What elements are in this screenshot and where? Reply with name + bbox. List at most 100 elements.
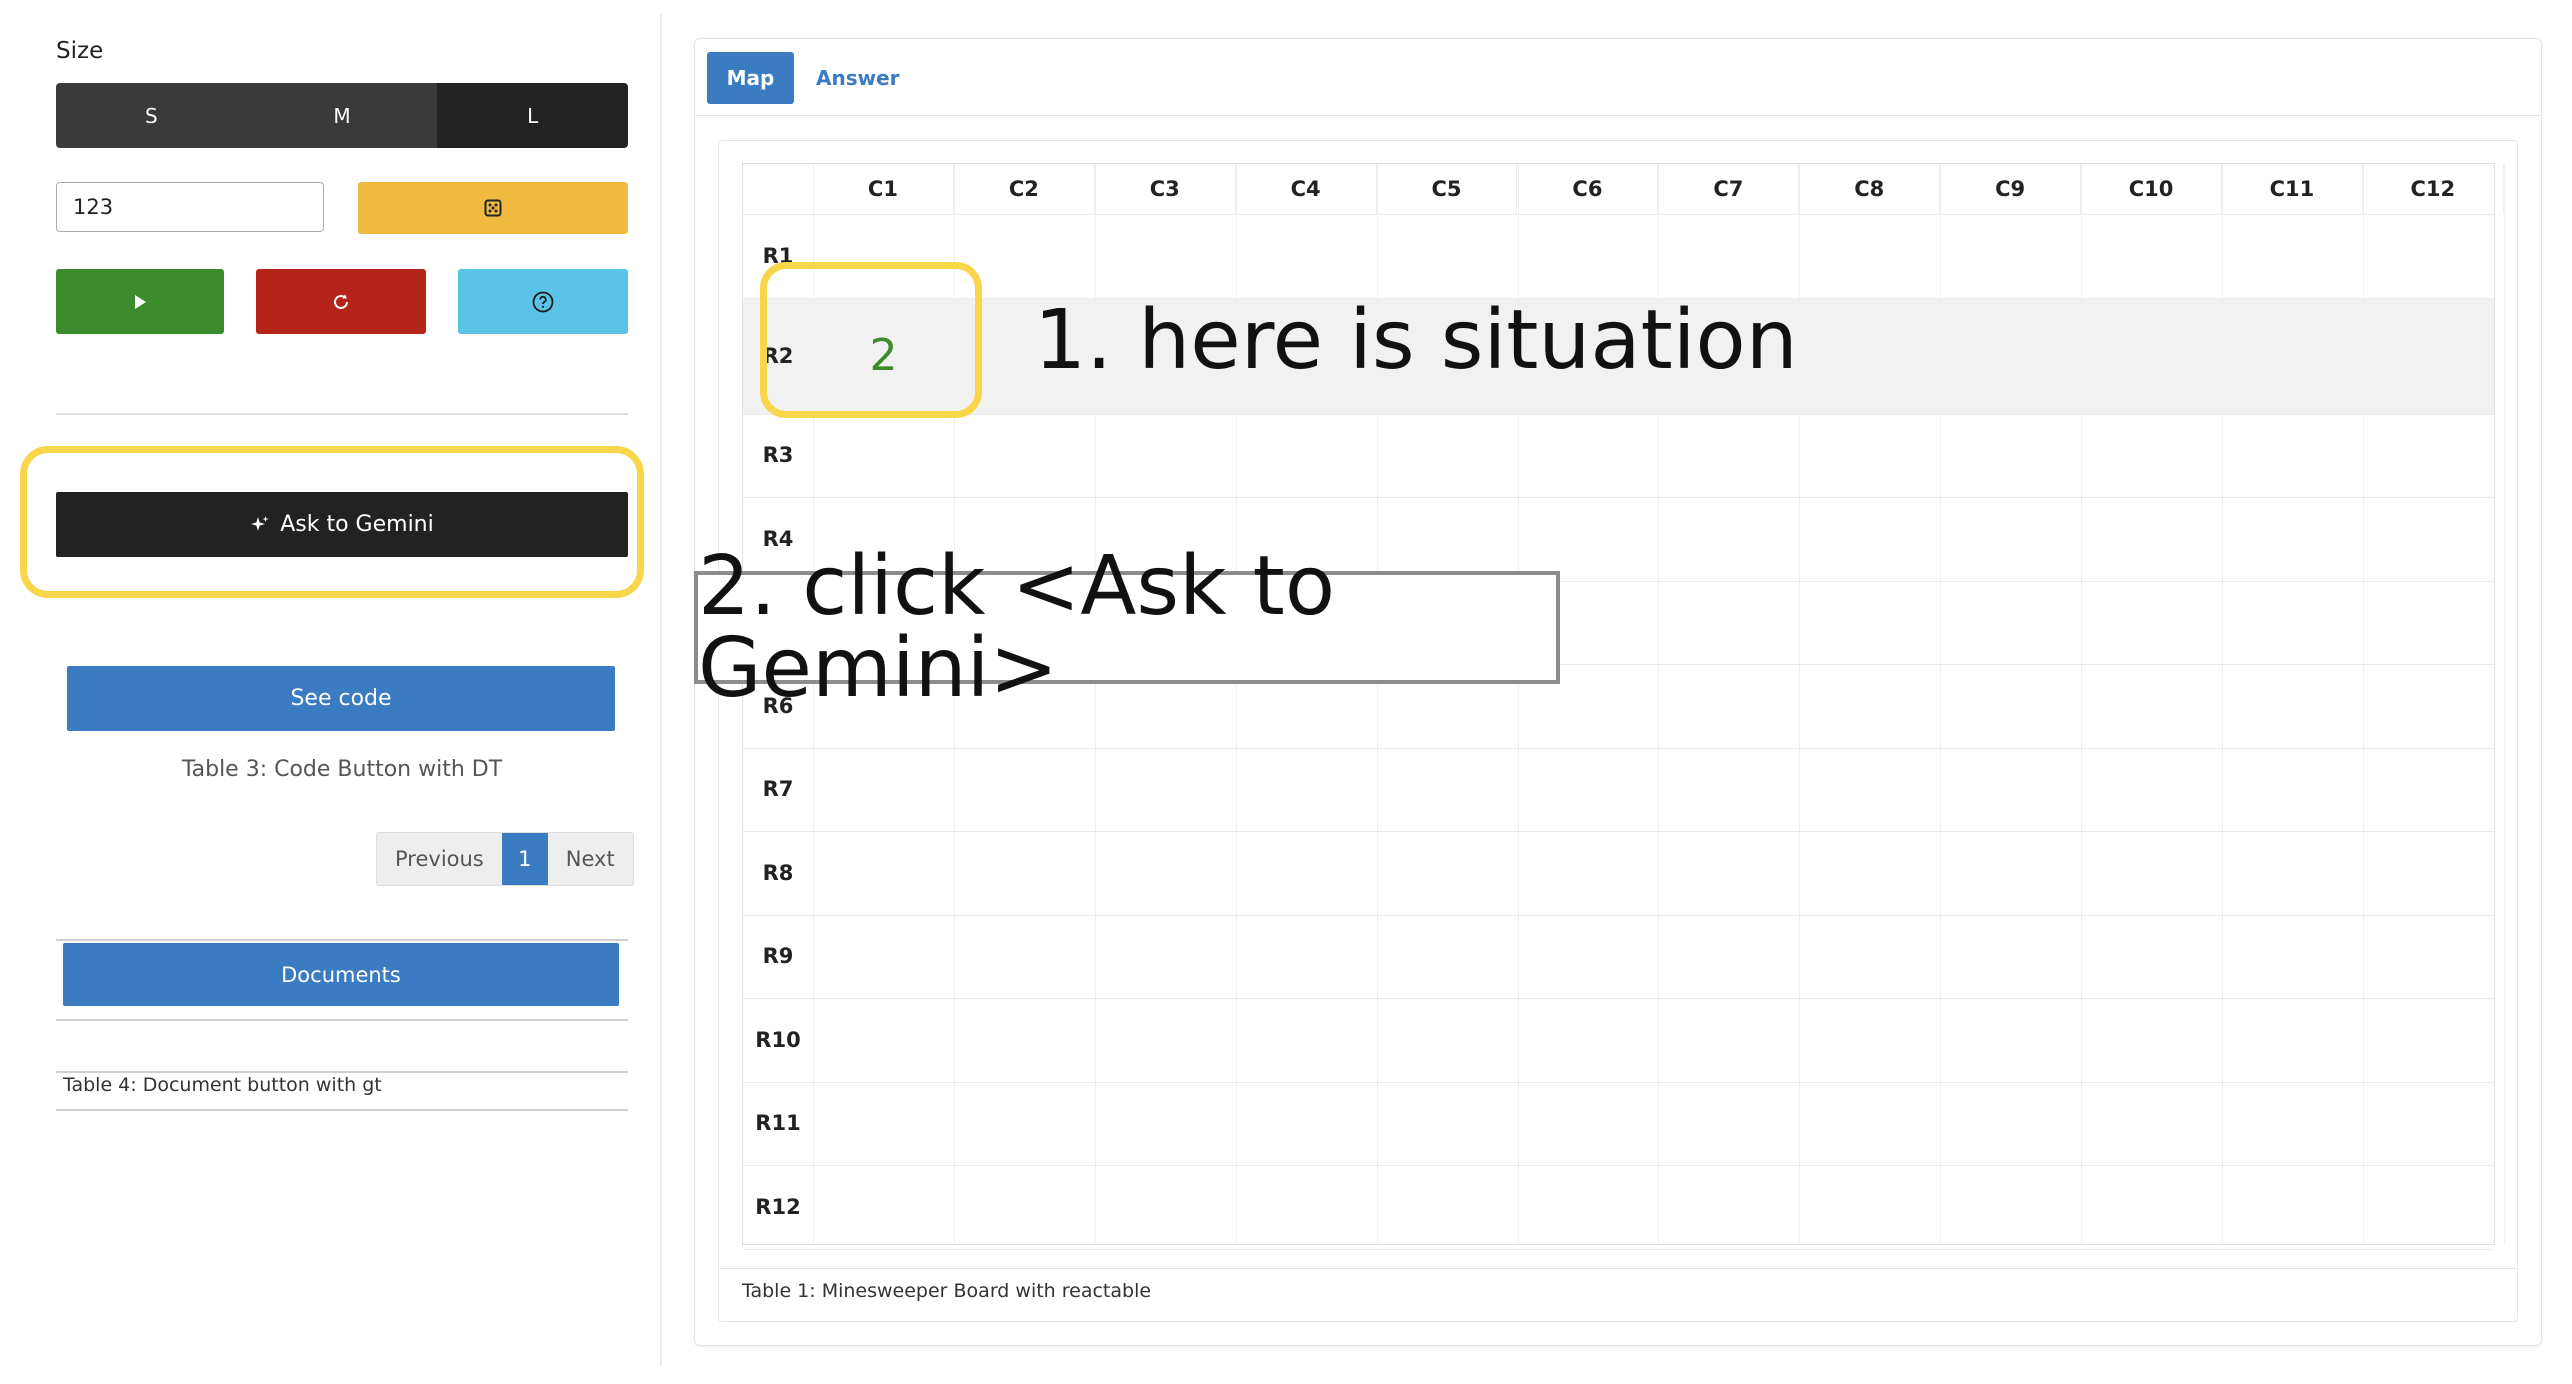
board-cell-r7-c4[interactable] xyxy=(1236,748,1377,832)
help-button[interactable] xyxy=(458,269,628,334)
board-cell-r11-c12[interactable] xyxy=(2363,1082,2504,1166)
board-cell-r3-c9[interactable] xyxy=(1940,414,2081,498)
board-cell-r2-c12[interactable] xyxy=(2363,298,2504,414)
board-cell-r11-c2[interactable] xyxy=(954,1082,1095,1166)
board-cell-r9-c11[interactable] xyxy=(2222,915,2363,999)
board-cell-r8-c3[interactable] xyxy=(1095,831,1236,915)
board-cell-r1-c11[interactable] xyxy=(2222,214,2363,298)
board-cell-r3-c6[interactable] xyxy=(1518,414,1659,498)
reset-button[interactable] xyxy=(256,269,426,334)
board-cell-r12-c12[interactable] xyxy=(2363,1165,2504,1249)
board-cell-r10-c1[interactable] xyxy=(813,998,954,1082)
previous-page-button[interactable]: Previous xyxy=(377,833,502,885)
tab-map[interactable]: Map xyxy=(707,52,794,104)
board-cell-r6-c12[interactable] xyxy=(2363,664,2504,748)
board-cell-r4-c9[interactable] xyxy=(1940,497,2081,581)
board-cell-r7-c8[interactable] xyxy=(1799,748,1940,832)
board-cell-r9-c2[interactable] xyxy=(954,915,1095,999)
board-cell-r12-c10[interactable] xyxy=(2081,1165,2222,1249)
board-cell-r7-c6[interactable] xyxy=(1518,748,1659,832)
board-cell-r8-c8[interactable] xyxy=(1799,831,1940,915)
board-cell-r8-c9[interactable] xyxy=(1940,831,2081,915)
board-cell-r5-c7[interactable] xyxy=(1658,581,1799,665)
board-cell-r11-c3[interactable] xyxy=(1095,1082,1236,1166)
board-cell-r2-c8[interactable] xyxy=(1799,298,1940,414)
board-cell-r5-c8[interactable] xyxy=(1799,581,1940,665)
board-cell-r12-c7[interactable] xyxy=(1658,1165,1799,1249)
tab-answer[interactable]: Answer xyxy=(806,52,910,104)
board-cell-r3-c8[interactable] xyxy=(1799,414,1940,498)
size-s-button[interactable]: S xyxy=(56,83,247,148)
board-cell-r3-c11[interactable] xyxy=(2222,414,2363,498)
board-cell-r2-c10[interactable] xyxy=(2081,298,2222,414)
board-cell-r12-c1[interactable] xyxy=(813,1165,954,1249)
board-cell-r8-c10[interactable] xyxy=(2081,831,2222,915)
random-seed-button[interactable] xyxy=(358,182,628,234)
board-cell-r2-c11[interactable] xyxy=(2222,298,2363,414)
board-cell-r4-c8[interactable] xyxy=(1799,497,1940,581)
board-cell-r1-c8[interactable] xyxy=(1799,214,1940,298)
documents-button[interactable]: Documents xyxy=(63,943,619,1006)
board-cell-r6-c7[interactable] xyxy=(1658,664,1799,748)
board-cell-r9-c3[interactable] xyxy=(1095,915,1236,999)
board-cell-r1-c4[interactable] xyxy=(1236,214,1377,298)
board-cell-r11-c6[interactable] xyxy=(1518,1082,1659,1166)
board-cell-r1-c3[interactable] xyxy=(1095,214,1236,298)
board-cell-r10-c3[interactable] xyxy=(1095,998,1236,1082)
board-cell-r10-c6[interactable] xyxy=(1518,998,1659,1082)
ask-gemini-button[interactable]: Ask to Gemini xyxy=(56,492,628,557)
board-cell-r8-c2[interactable] xyxy=(954,831,1095,915)
board-cell-r10-c11[interactable] xyxy=(2222,998,2363,1082)
size-l-button[interactable]: L xyxy=(437,83,628,148)
board-cell-r5-c10[interactable] xyxy=(2081,581,2222,665)
board-cell-r5-c11[interactable] xyxy=(2222,581,2363,665)
see-code-button[interactable]: See code xyxy=(67,666,615,731)
board-cell-r3-c3[interactable] xyxy=(1095,414,1236,498)
board-cell-r9-c7[interactable] xyxy=(1658,915,1799,999)
board-cell-r6-c8[interactable] xyxy=(1799,664,1940,748)
board-cell-r5-c9[interactable] xyxy=(1940,581,2081,665)
board-cell-r10-c8[interactable] xyxy=(1799,998,1940,1082)
board-cell-r12-c6[interactable] xyxy=(1518,1165,1659,1249)
board-cell-r4-c11[interactable] xyxy=(2222,497,2363,581)
board-cell-r12-c8[interactable] xyxy=(1799,1165,1940,1249)
board-cell-r7-c1[interactable] xyxy=(813,748,954,832)
board-cell-r3-c7[interactable] xyxy=(1658,414,1799,498)
board-cell-r9-c6[interactable] xyxy=(1518,915,1659,999)
board-cell-r3-c2[interactable] xyxy=(954,414,1095,498)
board-cell-r5-c12[interactable] xyxy=(2363,581,2504,665)
board-cell-r3-c12[interactable] xyxy=(2363,414,2504,498)
board-cell-r12-c5[interactable] xyxy=(1377,1165,1518,1249)
board-cell-r12-c9[interactable] xyxy=(1940,1165,2081,1249)
board-cell-r3-c5[interactable] xyxy=(1377,414,1518,498)
board-cell-r10-c12[interactable] xyxy=(2363,998,2504,1082)
board-cell-r8-c11[interactable] xyxy=(2222,831,2363,915)
board-cell-r11-c1[interactable] xyxy=(813,1082,954,1166)
board-cell-r11-c11[interactable] xyxy=(2222,1082,2363,1166)
size-m-button[interactable]: M xyxy=(246,83,438,148)
board-cell-r7-c11[interactable] xyxy=(2222,748,2363,832)
board-cell-r9-c5[interactable] xyxy=(1377,915,1518,999)
board-cell-r1-c6[interactable] xyxy=(1518,214,1659,298)
board-cell-r7-c7[interactable] xyxy=(1658,748,1799,832)
board-cell-r4-c7[interactable] xyxy=(1658,497,1799,581)
board-cell-r9-c10[interactable] xyxy=(2081,915,2222,999)
board-cell-r6-c9[interactable] xyxy=(1940,664,2081,748)
play-button[interactable] xyxy=(56,269,224,334)
board-cell-r11-c5[interactable] xyxy=(1377,1082,1518,1166)
board-cell-r12-c11[interactable] xyxy=(2222,1165,2363,1249)
board-cell-r8-c1[interactable] xyxy=(813,831,954,915)
board-cell-r6-c11[interactable] xyxy=(2222,664,2363,748)
board-cell-r7-c2[interactable] xyxy=(954,748,1095,832)
board-cell-r3-c4[interactable] xyxy=(1236,414,1377,498)
board-cell-r9-c4[interactable] xyxy=(1236,915,1377,999)
board-cell-r3-c1[interactable] xyxy=(813,414,954,498)
board-cell-r10-c5[interactable] xyxy=(1377,998,1518,1082)
board-cell-r8-c5[interactable] xyxy=(1377,831,1518,915)
board-cell-r9-c9[interactable] xyxy=(1940,915,2081,999)
board-cell-r7-c3[interactable] xyxy=(1095,748,1236,832)
board-cell-r9-c12[interactable] xyxy=(2363,915,2504,999)
seed-input[interactable] xyxy=(56,182,324,232)
board-cell-r1-c9[interactable] xyxy=(1940,214,2081,298)
board-cell-r12-c3[interactable] xyxy=(1095,1165,1236,1249)
